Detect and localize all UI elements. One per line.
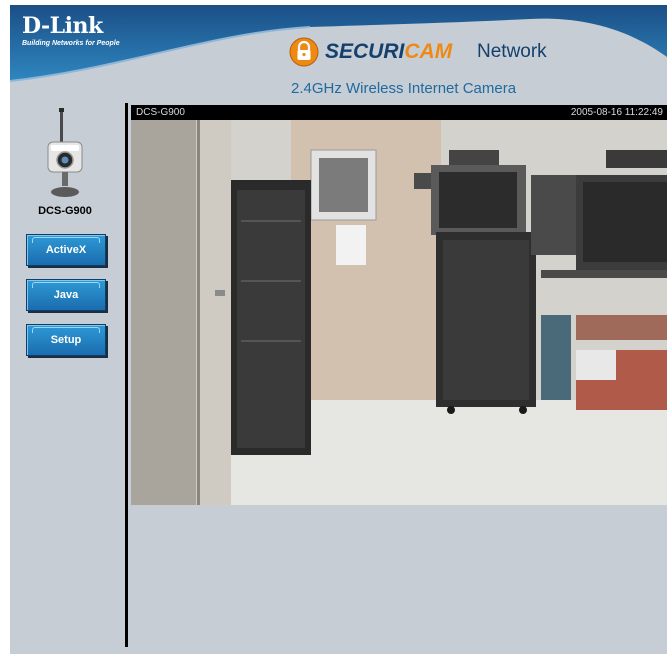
vertical-divider [125, 103, 128, 647]
brand-name: D-Link [22, 13, 103, 39]
product-name: SECURICAM [325, 40, 452, 64]
video-timestamp: 2005-08-16 11:22:49 [570, 107, 663, 118]
live-video-image [131, 120, 667, 505]
product-name-securi: SECURI [325, 40, 405, 63]
dlink-logo: D-Link Building Networks for People [22, 14, 120, 48]
sidebar: DCS-G900 ActiveX Java Setup [10, 103, 120, 654]
product-name-cam: CAM [404, 40, 453, 63]
setup-button[interactable]: Setup [26, 324, 106, 356]
header: D-Link Building Networks for People SECU… [10, 5, 667, 105]
activex-button[interactable]: ActiveX [26, 234, 106, 266]
camera-model-label: DCS-G900 [38, 205, 92, 217]
camera-web-page: D-Link Building Networks for People SECU… [10, 5, 667, 654]
lock-icon [289, 37, 319, 67]
video-overlay-bar: DCS-G900 2005-08-16 11:22:49 [131, 105, 667, 120]
java-button[interactable]: Java [26, 279, 106, 311]
brand-tagline: Building Networks for People [22, 40, 120, 47]
video-viewer: DCS-G900 2005-08-16 11:22:49 [131, 105, 667, 505]
product-name-suffix: Network [477, 41, 547, 62]
page-subtitle: 2.4GHz Wireless Internet Camera [291, 80, 517, 97]
camera-product-image [47, 108, 83, 197]
video-camera-label: DCS-G900 [136, 107, 185, 118]
